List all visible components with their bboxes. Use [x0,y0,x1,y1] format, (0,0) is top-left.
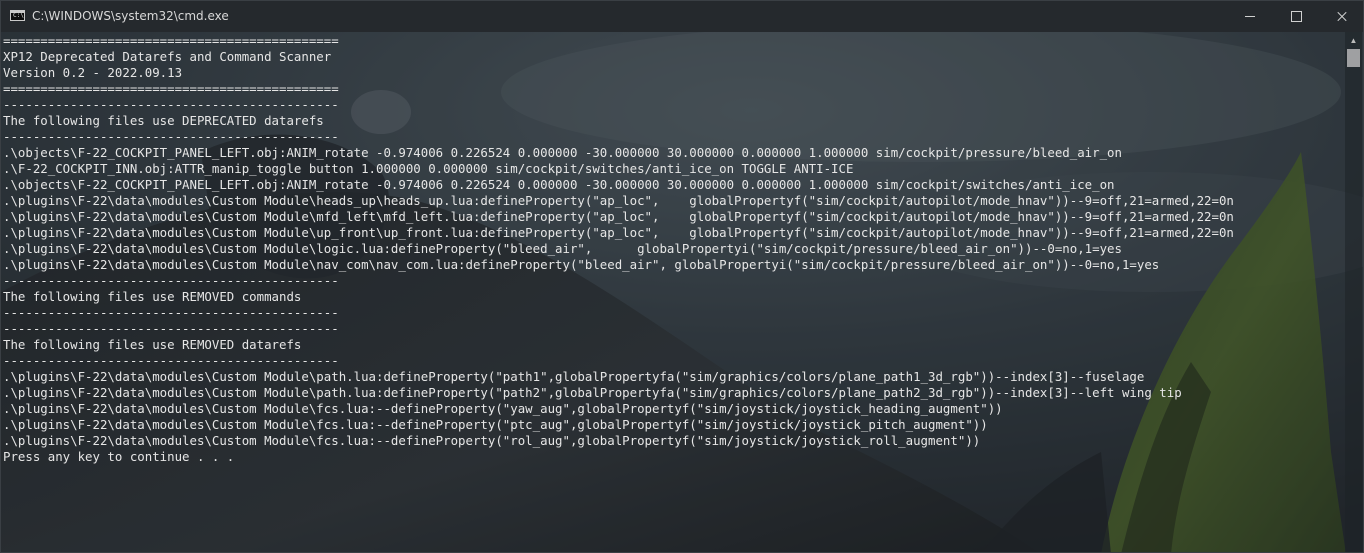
console-line: ========================================… [3,33,339,48]
console-line: .\plugins\F-22\data\modules\Custom Modul… [3,225,1234,240]
window-title: C:\WINDOWS\system32\cmd.exe [32,9,229,23]
scroll-thumb[interactable] [1347,49,1360,67]
console-line: ----------------------------------------… [3,129,339,144]
console-line: ----------------------------------------… [3,321,339,336]
console-line: .\objects\F-22_COCKPIT_PANEL_LEFT.obj:AN… [3,177,1115,192]
title-bar[interactable]: C:\ C:\WINDOWS\system32\cmd.exe [1,1,1363,32]
console-line: Version 0.2 - 2022.09.13 [3,65,183,80]
close-icon[interactable] [1319,1,1363,32]
scroll-up-arrow-icon[interactable]: ▲ [1345,32,1362,49]
console-output: ========================================… [3,33,1234,465]
console-line: .\plugins\F-22\data\modules\Custom Modul… [3,369,1145,384]
maximize-icon[interactable] [1273,1,1319,32]
console-line: .\plugins\F-22\data\modules\Custom Modul… [3,433,981,448]
cmd-prompt-icon[interactable]: C:\ [10,10,25,21]
console-prompt: Press any key to continue . . . [3,449,235,464]
minimize-icon[interactable] [1227,1,1273,32]
console-line: .\plugins\F-22\data\modules\Custom Modul… [3,209,1234,224]
vertical-scrollbar[interactable]: ▲ [1345,32,1362,552]
console-line: ========================================… [3,81,339,96]
console-line: The following files use DEPRECATED datar… [3,113,324,128]
cmd-window: C:\ C:\WINDOWS\system32\cmd.exe ========… [0,0,1364,553]
console-line: .\plugins\F-22\data\modules\Custom Modul… [3,241,1122,256]
console-line: The following files use REMOVED commands [3,289,302,304]
console-line: .\F-22_COCKPIT_INN.obj:ATTR_manip_toggle… [3,161,854,176]
cmd-prompt-icon-text: C:\ [13,12,24,19]
console-line: .\plugins\F-22\data\modules\Custom Modul… [3,385,1182,400]
console-line: XP12 Deprecated Datarefs and Command Sca… [3,49,332,64]
console-line: ----------------------------------------… [3,97,339,112]
console-line: .\plugins\F-22\data\modules\Custom Modul… [3,417,988,432]
console-line: The following files use REMOVED datarefs [3,337,302,352]
console-area[interactable]: ========================================… [1,32,1363,552]
console-line: ----------------------------------------… [3,305,339,320]
console-line: ----------------------------------------… [3,273,339,288]
console-line: .\plugins\F-22\data\modules\Custom Modul… [3,401,1003,416]
console-line: .\objects\F-22_COCKPIT_PANEL_LEFT.obj:AN… [3,145,1122,160]
console-line: .\plugins\F-22\data\modules\Custom Modul… [3,193,1234,208]
console-line: .\plugins\F-22\data\modules\Custom Modul… [3,257,1160,272]
console-line: ----------------------------------------… [3,353,339,368]
